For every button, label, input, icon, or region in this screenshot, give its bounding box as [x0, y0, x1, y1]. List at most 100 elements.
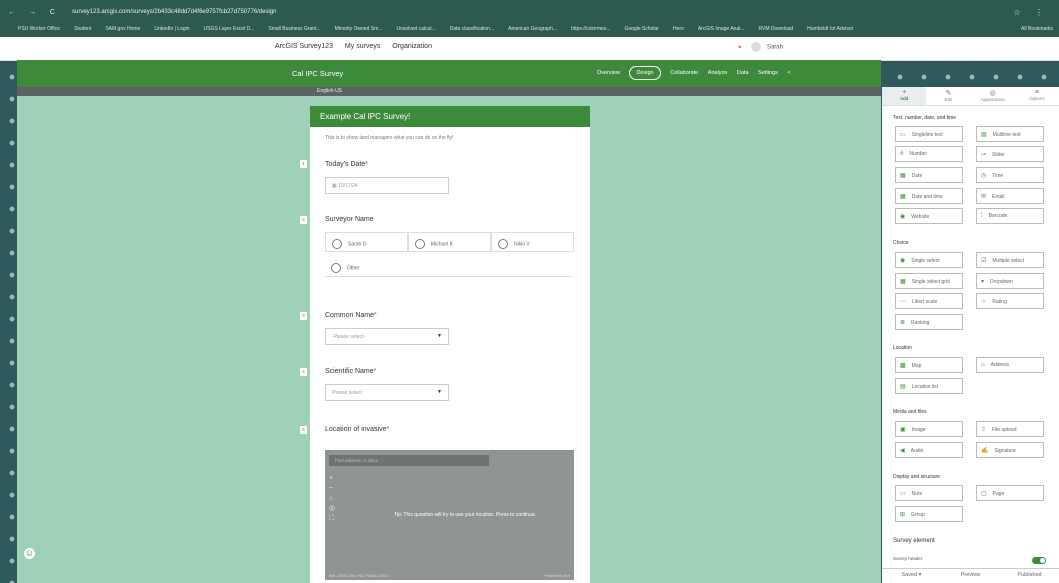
date-input[interactable]: ▦ 10/17/24 — [325, 177, 449, 194]
question-number: 1 — [300, 160, 307, 168]
item-location-list[interactable]: ▤ Location list — [895, 378, 963, 394]
item-ranking[interactable]: ≣ Ranking — [895, 314, 963, 330]
bookmark-item[interactable]: LinkedIn | Login — [154, 26, 189, 32]
browser-menu-icon[interactable]: ☆ ⋮ — [1014, 8, 1049, 17]
item-email[interactable]: ✉ Email — [976, 188, 1044, 204]
app-title[interactable]: ArcGIS Survey123 — [275, 43, 333, 50]
item-signature[interactable]: ✍ Signature — [976, 442, 1044, 458]
tab-add[interactable]: + Add — [882, 87, 927, 105]
map-search-input[interactable]: Find address or place — [329, 455, 489, 466]
item-group[interactable]: ⊞ Group — [895, 506, 963, 522]
form-header[interactable]: Example Cal IPC Survey! — [310, 106, 590, 127]
item-address[interactable]: ⌂ Address — [976, 357, 1044, 373]
bookmark-item[interactable]: American Geograph... — [508, 26, 557, 32]
address-bar[interactable]: survey123.arcgis.com/surveys/2b433c48dd7… — [72, 9, 276, 15]
radio-option[interactable]: Nikki V — [491, 232, 574, 252]
question-title: Scientific Name — [325, 368, 374, 375]
item-time[interactable]: ◷ Time — [976, 167, 1044, 183]
all-bookmarks[interactable]: All Bookmarks — [1021, 26, 1053, 32]
item-dropdown[interactable]: ▾ Dropdown — [976, 273, 1044, 289]
common-name-select[interactable]: -Please select- ▼ — [325, 328, 449, 345]
item-barcode[interactable]: ⁞ Barcode — [976, 208, 1044, 224]
user-name[interactable]: Sarah — [767, 45, 783, 51]
item-slider[interactable]: ⊸ Slider — [976, 146, 1044, 162]
item-likert[interactable]: ⋯ Likert scale — [895, 293, 963, 309]
item-single-select[interactable]: ◉ Single select — [895, 252, 963, 268]
share-icon[interactable]: < — [787, 67, 790, 79]
radio-option[interactable]: Michael K — [408, 232, 491, 252]
map-attribution: Esri, USGS | Esri, FAO, NOAA, USGS — [329, 574, 389, 578]
question-common-name[interactable]: Common Name* -Please select- ▼ — [325, 312, 575, 345]
tab-options[interactable]: ≡ Options — [1015, 87, 1059, 105]
menu-my-surveys[interactable]: My surveys — [345, 43, 380, 50]
item-file-upload[interactable]: ⇧ File upload — [976, 421, 1044, 437]
design-canvas: Example Cal IPC Survey! This is to show … — [17, 96, 881, 583]
bookmark-item[interactable]: https://colormes... — [571, 26, 610, 32]
item-note[interactable]: ▭ Note — [895, 485, 963, 501]
bookmarks-bar: PSU Worker Office Student SAM.gov Home Link… — [18, 26, 1048, 35]
survey-header-toggle[interactable] — [1032, 557, 1046, 564]
bookmark-item[interactable]: Hero — [673, 26, 684, 32]
palette-icon: ◎ — [989, 90, 996, 97]
item-multiline[interactable]: ▤ Multiline text — [976, 126, 1044, 142]
scientific-name-select[interactable]: Please select ▼ — [325, 384, 449, 401]
question-scientific-name[interactable]: Scientific Name* Please select ▼ — [325, 368, 575, 401]
feedback-icon[interactable]: ☺ — [24, 548, 35, 559]
form-description[interactable]: This is to show land managers what you c… — [310, 127, 590, 149]
bookmark-item[interactable]: PSU Worker Office — [18, 26, 60, 32]
bookmark-item[interactable]: USGS Layer Excel D... — [204, 26, 255, 32]
nav-buttons[interactable]: ← → C — [8, 9, 61, 16]
tab-overview[interactable]: Overview — [597, 67, 620, 79]
radio-option[interactable]: Other — [325, 257, 573, 277]
question-surveyor[interactable]: Surveyor Name Sarah G Michael K Nikki V Ot… — [325, 216, 575, 277]
item-date-time[interactable]: ▦ Date and time — [895, 188, 963, 204]
item-image[interactable]: ▣ Image — [895, 421, 963, 437]
menu-organization[interactable]: Organization — [392, 43, 432, 50]
tab-appearance[interactable]: ◎ Appearance — [971, 87, 1015, 105]
survey-form: Example Cal IPC Survey! This is to show … — [310, 106, 590, 583]
bookmark-item[interactable]: RVM Download — [759, 26, 794, 32]
item-multiple-select[interactable]: ☑ Multiple select — [976, 252, 1044, 268]
bookmark-item[interactable]: Student — [74, 26, 91, 32]
question-date[interactable]: Today's Date* ▦ 10/17/24 — [325, 161, 575, 194]
published-button[interactable]: Published — [1000, 569, 1059, 583]
survey-title[interactable]: Cal IPC Survey — [292, 69, 343, 78]
bookmark-item[interactable]: Small Business Grant... — [268, 26, 320, 32]
bookmark-item[interactable]: Humboldt Iot Advisor — [807, 26, 853, 32]
bookmark-item[interactable]: Google Scholar — [625, 26, 659, 32]
question-number: 2 — [300, 216, 307, 224]
item-single-select-grid[interactable]: ▦ Single select grid — [895, 273, 963, 289]
bookmark-item[interactable]: SAM.gov Home — [105, 26, 140, 32]
item-number[interactable]: # Number — [895, 146, 963, 162]
item-singleline[interactable]: ▭ Singleline text — [895, 126, 963, 142]
avatar[interactable] — [751, 42, 762, 52]
pencil-icon: ✎ — [945, 90, 952, 97]
zoom-controls[interactable]: + − ⌂ ◎ ⛶ — [329, 474, 335, 524]
item-date[interactable]: ▦ Date — [895, 167, 963, 183]
item-website[interactable]: ◉ Website — [895, 208, 963, 224]
tab-design[interactable]: Design — [629, 66, 661, 80]
tab-edit[interactable]: ✎ Edit — [926, 87, 970, 105]
tab-collaborate[interactable]: Collaborate — [670, 67, 698, 79]
item-map[interactable]: ▩ Map — [895, 357, 963, 373]
bookmark-item[interactable]: Minority Owned Sm... — [335, 26, 383, 32]
app-header: ArcGIS Survey123 My surveys Organization… — [0, 37, 1059, 61]
tab-analyze[interactable]: Analyze — [708, 67, 728, 79]
language-select[interactable]: English-US — [317, 88, 342, 94]
notification-icon[interactable]: ● — [738, 45, 742, 51]
sliders-icon: ≡ — [1034, 89, 1039, 96]
bookmark-item[interactable]: ArcGIS Image Anal... — [698, 26, 745, 32]
preview-button[interactable]: Preview — [941, 569, 1000, 583]
tab-data[interactable]: Data — [737, 67, 749, 79]
question-location[interactable]: Location of invasive* — [325, 426, 575, 433]
map-widget[interactable]: Find address or place + − ⌂ ◎ ⛶ Tip: This qu… — [325, 450, 574, 580]
bookmark-item[interactable]: Unsolved calcul... — [396, 26, 435, 32]
item-rating[interactable]: ☆ Rating — [976, 293, 1044, 309]
item-page[interactable]: ▢ Page — [976, 485, 1044, 501]
save-status[interactable]: Saved ▾ — [882, 569, 941, 583]
item-audio[interactable]: ◀ Audio — [895, 442, 963, 458]
bookmark-item[interactable]: Data classification... — [450, 26, 494, 32]
tab-settings[interactable]: Settings — [758, 67, 778, 79]
question-title: Common Name — [325, 312, 375, 319]
radio-option[interactable]: Sarah G — [325, 232, 408, 252]
